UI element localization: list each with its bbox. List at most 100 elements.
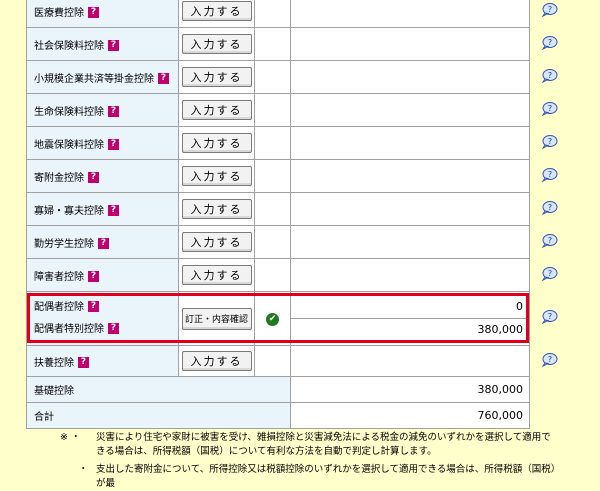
- input-button[interactable]: 入力する: [181, 133, 252, 153]
- question-icon[interactable]: ?: [158, 73, 169, 84]
- input-button[interactable]: 入力する: [181, 34, 252, 54]
- button-cell: 入力する: [178, 27, 255, 61]
- basic-help-cell: [529, 376, 568, 403]
- svg-text:?: ?: [548, 203, 552, 212]
- deduction-label: 勤労学生控除: [34, 238, 94, 250]
- deduction-label-cell: 社会保険料控除?: [26, 27, 179, 61]
- deduction-row: 小規模企業共済等掛金控除? 入力する?: [26, 60, 568, 94]
- question-icon[interactable]: ?: [98, 238, 109, 249]
- button-cell: 入力する: [178, 225, 255, 259]
- amount-cell: [290, 258, 530, 292]
- status-cell: [254, 93, 291, 127]
- status-cell: [254, 225, 291, 259]
- deduction-label-cell: 寄附金控除?: [26, 159, 179, 193]
- check-icon: ✔: [266, 313, 279, 326]
- basic-amount: 380,000: [290, 376, 530, 403]
- status-cell: [254, 126, 291, 160]
- help-cell: ?: [529, 126, 568, 160]
- status-cell: [254, 27, 291, 61]
- help-balloon-icon[interactable]: ?: [540, 68, 558, 83]
- help-balloon-icon[interactable]: ?: [540, 35, 558, 50]
- amount-cell: [290, 159, 530, 193]
- deduction-label-cell: 障害者控除?: [26, 258, 179, 292]
- spouse-question-icon[interactable]: ?: [88, 301, 99, 312]
- help-cell: ?: [529, 27, 568, 61]
- note-item: ・ 支出した寄附金について、所得控除又は税額控除のいずれかを選択して適用できる場…: [60, 463, 560, 491]
- notes: ※ ・ 災害により住宅や家財に被害を受け、雑損控除と災害減免法による税金の減免の…: [60, 431, 560, 491]
- dependents-row: 扶養控除? 入力する ?: [26, 345, 568, 377]
- input-button[interactable]: 入力する: [181, 100, 252, 120]
- input-button[interactable]: 入力する: [181, 265, 252, 285]
- status-cell: [254, 0, 291, 28]
- question-icon[interactable]: ?: [88, 271, 99, 282]
- spouse-special-amount: 380,000: [291, 318, 529, 341]
- spouse-button-cell: 訂正・内容確認: [178, 291, 255, 346]
- deduction-label: 地震保険料控除: [34, 139, 104, 151]
- help-cell: ?: [529, 0, 568, 28]
- spouse-label-cell: 配偶者控除? 配偶者特別控除?: [26, 291, 179, 346]
- help-balloon-icon[interactable]: ?: [540, 101, 558, 116]
- dependents-status-cell: [254, 345, 291, 377]
- amount-cell: [290, 225, 530, 259]
- basic-label: 基礎控除: [34, 386, 74, 397]
- help-balloon-icon[interactable]: ?: [540, 352, 558, 367]
- button-cell: 入力する: [178, 258, 255, 292]
- correct-confirm-button[interactable]: 訂正・内容確認: [181, 307, 252, 330]
- note-text: 災害により住宅や家財に被害を受け、雑損控除と災害減免法による税金の減免のいずれか…: [96, 432, 551, 457]
- input-button[interactable]: 入力する: [181, 232, 252, 252]
- question-icon[interactable]: ?: [88, 172, 99, 183]
- status-cell: [254, 60, 291, 94]
- button-cell: 入力する: [178, 159, 255, 193]
- help-balloon-icon[interactable]: ?: [540, 200, 558, 215]
- help-cell: ?: [529, 258, 568, 292]
- deduction-label-cell: 勤労学生控除?: [26, 225, 179, 259]
- help-cell: ?: [529, 159, 568, 193]
- deduction-label-cell: 小規模企業共済等掛金控除?: [26, 60, 179, 94]
- input-button[interactable]: 入力する: [181, 166, 252, 186]
- dependents-label-cell: 扶養控除?: [26, 345, 179, 377]
- deduction-rows: 医療費控除? 入力する? 社会保険料控除? 入力する? 小規模企業共済等掛金控除? 入力す…: [26, 0, 568, 292]
- question-icon[interactable]: ?: [108, 205, 119, 216]
- input-button[interactable]: 入力する: [181, 1, 252, 21]
- dependents-input-button[interactable]: 入力する: [181, 351, 252, 371]
- svg-text:?: ?: [548, 137, 552, 146]
- spouse-special-deduction-label: 配偶者特別控除: [34, 323, 104, 335]
- help-balloon-icon[interactable]: ?: [540, 134, 558, 149]
- question-icon[interactable]: ?: [108, 139, 119, 150]
- svg-text:?: ?: [548, 355, 552, 364]
- spouse-amount-cell: 0 380,000: [290, 291, 530, 346]
- button-cell: 入力する: [178, 0, 255, 28]
- dependents-amount-cell: [290, 345, 530, 377]
- spouse-special-question-icon[interactable]: ?: [108, 323, 119, 334]
- button-cell: 入力する: [178, 192, 255, 226]
- dependents-question-icon[interactable]: ?: [78, 357, 89, 368]
- deduction-row: 障害者控除? 入力する?: [26, 258, 568, 292]
- deduction-table: 医療費控除? 入力する? 社会保険料控除? 入力する? 小規模企業共済等掛金控除? 入力す…: [26, 0, 568, 429]
- basic-label-cell: 基礎控除: [26, 376, 291, 403]
- svg-text:?: ?: [548, 5, 552, 14]
- question-icon[interactable]: ?: [88, 7, 99, 18]
- svg-text:?: ?: [548, 236, 552, 245]
- amount-cell: [290, 126, 530, 160]
- help-balloon-icon[interactable]: ?: [540, 167, 558, 182]
- status-cell: [254, 192, 291, 226]
- help-balloon-icon[interactable]: ?: [540, 2, 558, 17]
- help-balloon-icon[interactable]: ?: [540, 310, 558, 324]
- amount-cell: [290, 192, 530, 226]
- help-balloon-icon[interactable]: ?: [540, 233, 558, 248]
- deduction-label-cell: 医療費控除?: [26, 0, 179, 28]
- deduction-label: 小規模企業共済等掛金控除: [34, 73, 154, 85]
- input-button[interactable]: 入力する: [181, 199, 252, 219]
- amount-cell: [290, 93, 530, 127]
- question-icon[interactable]: ?: [108, 106, 119, 117]
- deduction-row: 社会保険料控除? 入力する?: [26, 27, 568, 61]
- note-item: ※ ・ 災害により住宅や家財に被害を受け、雑損控除と災害減免法による税金の減免の…: [60, 431, 560, 459]
- note-text: 支出した寄附金について、所得控除又は税額控除のいずれかを選択して適用できる場合は…: [96, 464, 556, 489]
- input-button[interactable]: 入力する: [181, 67, 252, 87]
- total-label-cell: 合計: [26, 402, 291, 429]
- help-cell: ?: [529, 192, 568, 226]
- amount-cell: [290, 60, 530, 94]
- question-icon[interactable]: ?: [108, 40, 119, 51]
- help-balloon-icon[interactable]: ?: [540, 266, 558, 281]
- total-label: 合計: [34, 412, 54, 423]
